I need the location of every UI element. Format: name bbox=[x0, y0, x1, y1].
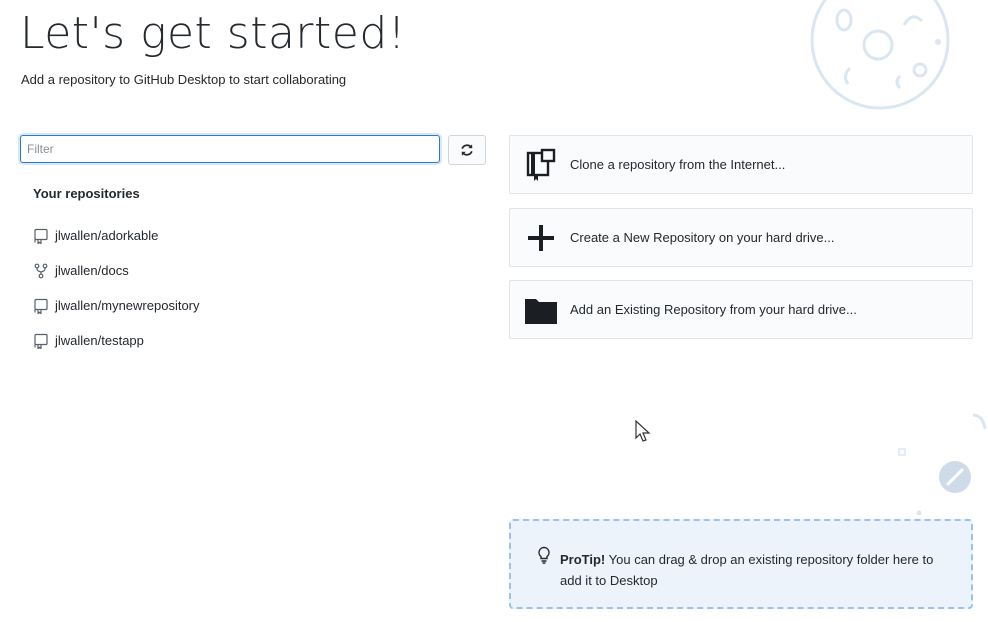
repo-icon bbox=[33, 333, 49, 349]
page-title: Let's get started! bbox=[20, 8, 406, 59]
repository-name: jlwallen/testapp bbox=[55, 333, 144, 348]
repository-list: jlwallen/adorkable jlwallen/docs jlwalle… bbox=[33, 218, 200, 358]
plus-icon bbox=[523, 222, 559, 254]
protip-label: ProTip! bbox=[560, 552, 606, 567]
clone-repository-label: Clone a repository from the Internet... bbox=[570, 157, 786, 172]
repo-icon bbox=[33, 228, 49, 244]
fork-icon bbox=[33, 263, 49, 279]
lightbulb-icon bbox=[538, 546, 550, 564]
sync-icon bbox=[461, 144, 473, 156]
repository-item[interactable]: jlwallen/docs bbox=[33, 253, 200, 288]
create-repository-label: Create a New Repository on your hard dri… bbox=[570, 230, 835, 245]
add-existing-repository-label: Add an Existing Repository from your har… bbox=[570, 302, 857, 317]
clone-book-icon bbox=[523, 148, 559, 181]
clone-repository-button[interactable]: Clone a repository from the Internet... bbox=[509, 135, 973, 194]
protip-message: You can drag & drop an existing reposito… bbox=[560, 552, 934, 588]
repository-name: jlwallen/docs bbox=[55, 263, 129, 278]
protip-box[interactable]: ProTip! You can drag & drop an existing … bbox=[509, 519, 973, 609]
add-existing-repository-button[interactable]: Add an Existing Repository from your har… bbox=[509, 280, 973, 339]
repository-item[interactable]: jlwallen/testapp bbox=[33, 323, 200, 358]
mouse-cursor-icon bbox=[635, 420, 651, 442]
repository-name: jlwallen/adorkable bbox=[55, 228, 159, 243]
page-subtitle: Add a repository to GitHub Desktop to st… bbox=[21, 72, 347, 87]
create-repository-button[interactable]: Create a New Repository on your hard dri… bbox=[509, 208, 973, 267]
moon-illustration bbox=[810, 0, 950, 110]
protip-text: ProTip! You can drag & drop an existing … bbox=[560, 549, 950, 591]
repo-icon bbox=[33, 298, 49, 314]
folder-icon bbox=[523, 294, 559, 326]
repository-item[interactable]: jlwallen/adorkable bbox=[33, 218, 200, 253]
filter-input[interactable] bbox=[20, 135, 440, 163]
repository-item[interactable]: jlwallen/mynewrepository bbox=[33, 288, 200, 323]
repositories-heading: Your repositories bbox=[33, 186, 140, 201]
refresh-button[interactable] bbox=[448, 135, 486, 165]
repository-name: jlwallen/mynewrepository bbox=[55, 298, 200, 313]
